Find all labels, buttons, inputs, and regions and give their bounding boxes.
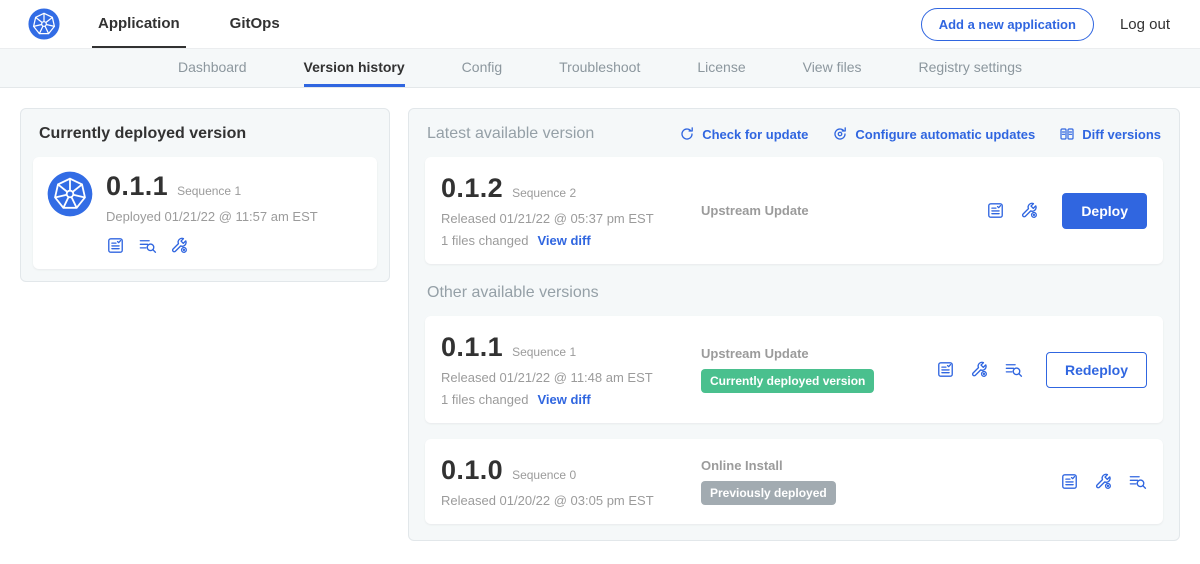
deployed-version-number: 0.1.1: [106, 171, 168, 202]
source-label: Upstream Update: [701, 346, 936, 361]
sequence-label: Sequence 2: [512, 186, 576, 200]
deploy-button[interactable]: Deploy: [1062, 193, 1147, 229]
deployed-version-card: 0.1.1 Sequence 1 Deployed 01/21/22 @ 11:…: [33, 157, 377, 269]
view-diff-link[interactable]: View diff: [537, 392, 590, 407]
deployed-panel-title: Currently deployed version: [39, 125, 371, 143]
version-card-actions: [1060, 472, 1147, 491]
version-card-0-1-1: 0.1.1 Sequence 1 Released 01/21/22 @ 11:…: [425, 316, 1163, 423]
config-icon[interactable]: [1020, 201, 1039, 220]
subnav-tab-version-history[interactable]: Version history: [304, 49, 405, 87]
currently-deployed-badge: Currently deployed version: [701, 369, 874, 393]
subnav-tab-license[interactable]: License: [697, 49, 745, 87]
version-info: 0.1.0 Sequence 0 Released 01/20/22 @ 03:…: [441, 455, 685, 508]
config-icon[interactable]: [970, 360, 989, 379]
version-card-actions: Redeploy: [936, 352, 1147, 388]
subnav-tab-registry-settings[interactable]: Registry settings: [919, 49, 1022, 87]
version-source: Upstream Update Currently deployed versi…: [685, 346, 936, 393]
previously-deployed-badge: Previously deployed: [701, 481, 836, 505]
sequence-label: Sequence 1: [512, 345, 576, 359]
config-icon[interactable]: [1094, 472, 1113, 491]
version-card-0-1-2: 0.1.2 Sequence 2 Released 01/21/22 @ 05:…: [425, 157, 1163, 264]
version-number: 0.1.1: [441, 332, 503, 363]
deployed-actions: [106, 236, 318, 255]
source-label: Upstream Update: [701, 203, 986, 218]
version-info: 0.1.2 Sequence 2 Released 01/21/22 @ 05:…: [441, 173, 685, 248]
diff-versions-label: Diff versions: [1082, 127, 1161, 142]
configure-automatic-updates-link[interactable]: Configure automatic updates: [832, 126, 1035, 142]
subnav-tab-config[interactable]: Config: [462, 49, 502, 87]
deployed-version-info: 0.1.1 Sequence 1 Deployed 01/21/22 @ 11:…: [106, 171, 318, 255]
currently-deployed-panel: Currently deployed version 0.1.1 Sequenc…: [20, 108, 390, 282]
release-notes-icon[interactable]: [986, 201, 1005, 220]
version-card-0-1-0: 0.1.0 Sequence 0 Released 01/20/22 @ 03:…: [425, 439, 1163, 524]
available-versions-panel: Latest available version Check for updat…: [408, 108, 1180, 541]
version-info: 0.1.1 Sequence 1 Released 01/21/22 @ 11:…: [441, 332, 685, 407]
release-notes-icon[interactable]: [936, 360, 955, 379]
top-bar: Application GitOps Add a new application…: [0, 0, 1200, 49]
version-actions: Check for update Configure automatic upd…: [679, 126, 1161, 142]
top-bar-right: Add a new application Log out: [921, 8, 1170, 41]
version-card-actions: Deploy: [986, 193, 1147, 229]
kubernetes-logo-icon: [28, 8, 60, 40]
auto-update-icon: [832, 126, 848, 142]
deployed-sequence-label: Sequence 1: [177, 184, 241, 198]
files-changed-label: 1 files changed: [441, 392, 528, 407]
subnav-tab-dashboard[interactable]: Dashboard: [178, 49, 247, 87]
diff-versions-link[interactable]: Diff versions: [1059, 126, 1161, 142]
app-subnav: Dashboard Version history Config Trouble…: [0, 49, 1200, 88]
released-timestamp: Released 01/21/22 @ 05:37 pm EST: [441, 211, 685, 226]
sequence-label: Sequence 0: [512, 468, 576, 482]
add-application-button[interactable]: Add a new application: [921, 8, 1094, 41]
top-nav: Application GitOps: [92, 0, 324, 48]
release-notes-icon[interactable]: [106, 236, 125, 255]
logs-icon[interactable]: [1004, 360, 1023, 379]
version-number: 0.1.0: [441, 455, 503, 486]
released-timestamp: Released 01/21/22 @ 11:48 am EST: [441, 370, 685, 385]
diff-versions-icon: [1059, 126, 1075, 142]
subnav-tab-view-files[interactable]: View files: [803, 49, 862, 87]
main-content: Currently deployed version 0.1.1 Sequenc…: [0, 88, 1200, 561]
released-timestamp: Released 01/20/22 @ 03:05 pm EST: [441, 493, 685, 508]
configure-automatic-updates-label: Configure automatic updates: [855, 127, 1035, 142]
version-source: Upstream Update: [685, 203, 986, 218]
version-number: 0.1.2: [441, 173, 503, 204]
check-for-update-label: Check for update: [702, 127, 808, 142]
redeploy-button[interactable]: Redeploy: [1046, 352, 1147, 388]
logs-icon[interactable]: [1128, 472, 1147, 491]
refresh-icon: [679, 126, 695, 142]
logs-icon[interactable]: [138, 236, 157, 255]
view-diff-link[interactable]: View diff: [537, 233, 590, 248]
source-label: Online Install: [701, 458, 1060, 473]
other-versions-title: Other available versions: [427, 284, 1161, 302]
logout-link[interactable]: Log out: [1120, 16, 1170, 33]
subnav-tab-troubleshoot[interactable]: Troubleshoot: [559, 49, 640, 87]
app-icon: [47, 171, 93, 217]
tab-gitops[interactable]: GitOps: [224, 0, 286, 48]
version-source: Online Install Previously deployed: [685, 458, 1060, 505]
config-icon[interactable]: [170, 236, 189, 255]
latest-available-title: Latest available version: [427, 125, 594, 143]
release-notes-icon[interactable]: [1060, 472, 1079, 491]
check-for-update-link[interactable]: Check for update: [679, 126, 808, 142]
tab-application[interactable]: Application: [92, 0, 186, 48]
deployed-timestamp: Deployed 01/21/22 @ 11:57 am EST: [106, 209, 318, 224]
versions-panel-header: Latest available version Check for updat…: [427, 125, 1161, 143]
files-changed-label: 1 files changed: [441, 233, 528, 248]
